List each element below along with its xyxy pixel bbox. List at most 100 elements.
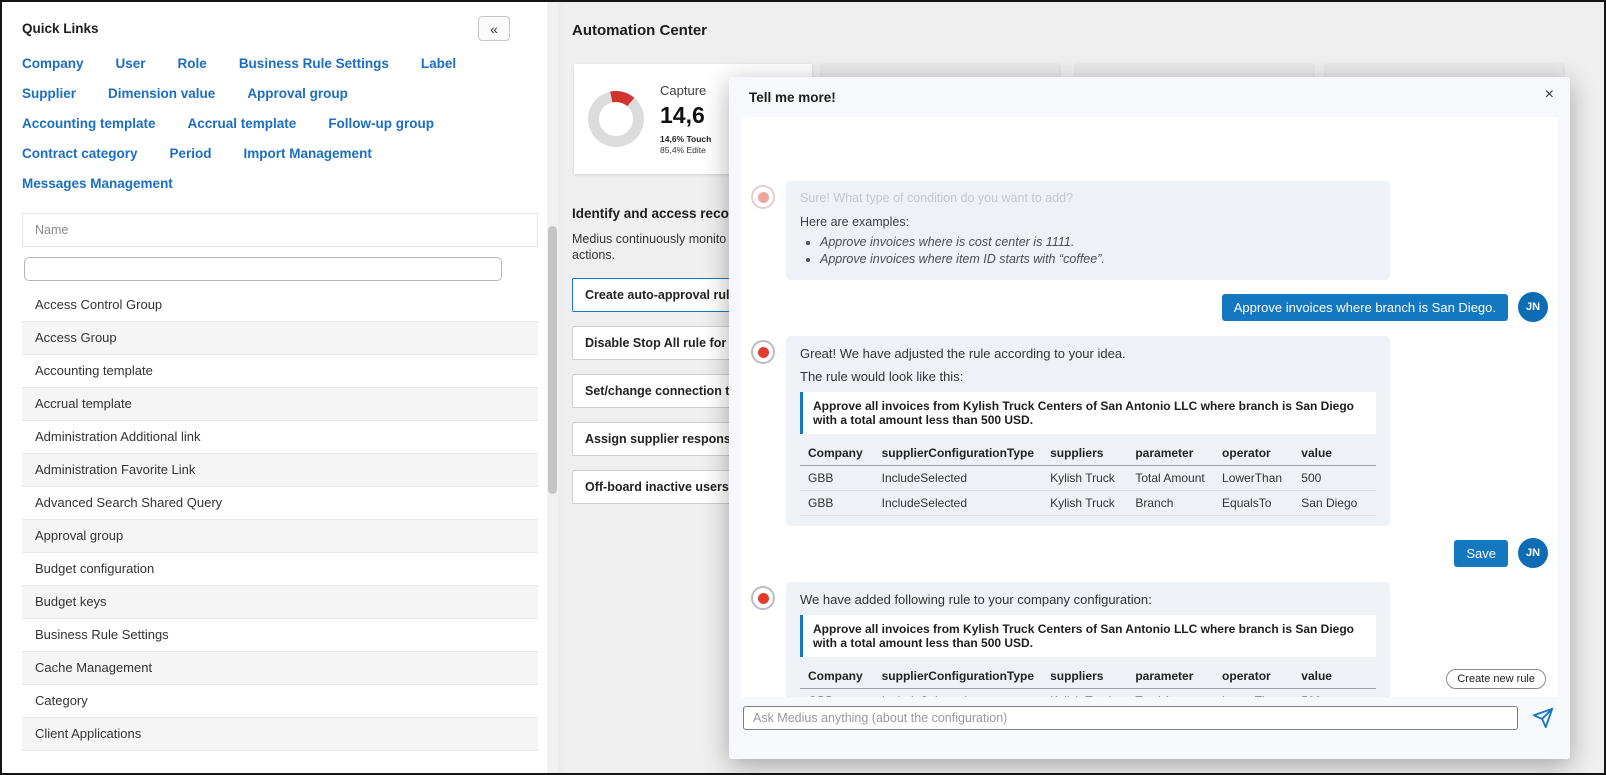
table-row: GBB IncludeSelected Kylish Truck Branch … <box>800 490 1376 516</box>
table-cell: Kylish Truck <box>1042 688 1128 697</box>
chat-input-row <box>743 705 1556 731</box>
user-avatar: JN <box>1518 538 1548 568</box>
administration-sidebar: Quick Links « Company User Role Business… <box>2 2 558 773</box>
sidebar-scrollbar[interactable] <box>547 2 558 773</box>
bot-avatar-icon <box>751 185 775 209</box>
app-window: Quick Links « Company User Role Business… <box>0 0 1606 775</box>
page-title: Automation Center <box>572 22 707 39</box>
close-icon: × <box>1544 86 1554 103</box>
column-header: Company <box>800 664 874 689</box>
rule-summary: Approve all invoices from Kylish Truck C… <box>800 615 1376 657</box>
table-cell: 500 <box>1293 688 1376 697</box>
chat-input[interactable] <box>743 706 1518 730</box>
table-cell: Kylish Truck <box>1042 490 1128 516</box>
create-new-rule-button[interactable]: Create new rule <box>1446 669 1546 689</box>
example-item: Approve invoices where item ID starts wi… <box>820 252 1376 266</box>
examples-label: Here are examples: <box>800 215 910 229</box>
chat-area: Sure! What type of condition do you want… <box>741 117 1558 697</box>
table-cell: IncludeSelected <box>873 688 1043 697</box>
user-message: Save <box>1454 539 1508 567</box>
column-header: supplierConfigurationType <box>873 441 1043 466</box>
table-row: GBB IncludeSelected Kylish Truck Total A… <box>800 688 1376 697</box>
quick-link-contract-category[interactable]: Contract category <box>22 146 138 161</box>
quick-link-supplier[interactable]: Supplier <box>22 86 76 101</box>
bot-intro-line: Sure! What type of condition do you want… <box>800 191 1074 205</box>
user-message-row: Save JN <box>751 538 1548 568</box>
example-item: Approve invoices where is cost center is… <box>820 235 1376 249</box>
table-cell: IncludeSelected <box>873 465 1043 491</box>
column-header: parameter <box>1127 441 1215 466</box>
list-item-budget-configuration[interactable]: Budget configuration <box>22 553 538 586</box>
donut-chart <box>588 91 644 147</box>
user-message-row: Approve invoices where branch is San Die… <box>751 292 1548 322</box>
column-header: supplierConfigurationType <box>873 664 1043 689</box>
quick-link-role[interactable]: Role <box>178 56 207 71</box>
quick-link-user[interactable]: User <box>116 56 146 71</box>
examples-list: Approve invoices where is cost center is… <box>820 235 1376 266</box>
quick-link-import-management[interactable]: Import Management <box>244 146 372 161</box>
list-item-approval-group[interactable]: Approval group <box>22 520 538 553</box>
list-item-access-group[interactable]: Access Group <box>22 322 538 355</box>
column-header: value <box>1293 441 1376 466</box>
column-header: Company <box>800 441 874 466</box>
table-cell: San Diego <box>1293 490 1376 516</box>
table-cell: LowerThan <box>1214 688 1294 697</box>
list-item-administration-favorite-link[interactable]: Administration Favorite Link <box>22 454 538 487</box>
bot-line: The rule would look like this: <box>800 369 964 384</box>
list-item-access-control-group[interactable]: Access Control Group <box>22 289 538 322</box>
user-avatar: JN <box>1518 292 1548 322</box>
record-dot-icon <box>757 346 769 358</box>
record-dot-icon <box>757 592 769 604</box>
list-item-cache-management[interactable]: Cache Management <box>22 652 538 685</box>
send-icon <box>1532 707 1554 729</box>
double-chevron-left-icon: « <box>490 20 498 37</box>
bot-message-examples: Sure! What type of condition do you want… <box>751 181 1548 280</box>
record-dot-icon <box>757 191 769 203</box>
table-cell: LowerThan <box>1214 465 1294 491</box>
bot-line: Great! We have adjusted the rule accordi… <box>800 346 1126 361</box>
table-cell: GBB <box>800 688 874 697</box>
bot-line: We have added following rule to your com… <box>800 592 1152 607</box>
quick-link-accrual-template[interactable]: Accrual template <box>188 116 297 131</box>
quick-links-section: Quick Links « Company User Role Business… <box>2 16 558 191</box>
quick-link-messages-management[interactable]: Messages Management <box>22 176 173 191</box>
list-item-accounting-template[interactable]: Accounting template <box>22 355 538 388</box>
list-item-budget-keys[interactable]: Budget keys <box>22 586 538 619</box>
list-item-category[interactable]: Category <box>22 685 538 718</box>
name-column-header: Name <box>22 213 538 247</box>
send-button[interactable] <box>1530 705 1556 731</box>
create-new-rule-row: Create new rule <box>1446 669 1546 689</box>
table-cell: 500 <box>1293 465 1376 491</box>
list-item-accrual-template[interactable]: Accrual template <box>22 388 538 421</box>
quick-link-company[interactable]: Company <box>22 56 84 71</box>
rule-summary: Approve all invoices from Kylish Truck C… <box>800 392 1376 434</box>
column-header: value <box>1293 664 1376 689</box>
scrollbar-thumb[interactable] <box>548 226 557 494</box>
table-cell: Branch <box>1127 490 1215 516</box>
quick-link-period[interactable]: Period <box>170 146 212 161</box>
quick-link-follow-up-group[interactable]: Follow-up group <box>328 116 434 131</box>
bot-avatar-icon <box>751 586 775 610</box>
capture-card-stat1: 14,6% Touch <box>660 133 712 144</box>
list-item-client-applications[interactable]: Client Applications <box>22 718 538 751</box>
column-header: suppliers <box>1042 441 1128 466</box>
quick-link-dimension-value[interactable]: Dimension value <box>108 86 215 101</box>
collapse-panel-button[interactable]: « <box>478 16 510 41</box>
list-item-advanced-search-shared-query[interactable]: Advanced Search Shared Query <box>22 487 538 520</box>
close-button[interactable]: × <box>1545 87 1554 103</box>
quick-link-label[interactable]: Label <box>421 56 456 71</box>
list-item-business-rule-settings[interactable]: Business Rule Settings <box>22 619 538 652</box>
table-row: GBB IncludeSelected Kylish Truck Total A… <box>800 465 1376 491</box>
column-header: operator <box>1214 664 1294 689</box>
list-item-administration-additional-link[interactable]: Administration Additional link <box>22 421 538 454</box>
tell-me-more-dialog: Tell me more! × Sure! What type of condi… <box>729 77 1570 759</box>
quick-link-business-rule-settings[interactable]: Business Rule Settings <box>239 56 389 71</box>
capture-card-stat2: 85,4% Edite <box>660 144 706 155</box>
column-header: parameter <box>1127 664 1215 689</box>
table-cell: IncludeSelected <box>873 490 1043 516</box>
quick-link-accounting-template[interactable]: Accounting template <box>22 116 156 131</box>
bot-avatar-icon <box>751 340 775 364</box>
name-filter-input[interactable] <box>24 257 502 281</box>
bot-message-rule-added: We have added following rule to your com… <box>751 582 1548 697</box>
quick-link-approval-group[interactable]: Approval group <box>247 86 348 101</box>
